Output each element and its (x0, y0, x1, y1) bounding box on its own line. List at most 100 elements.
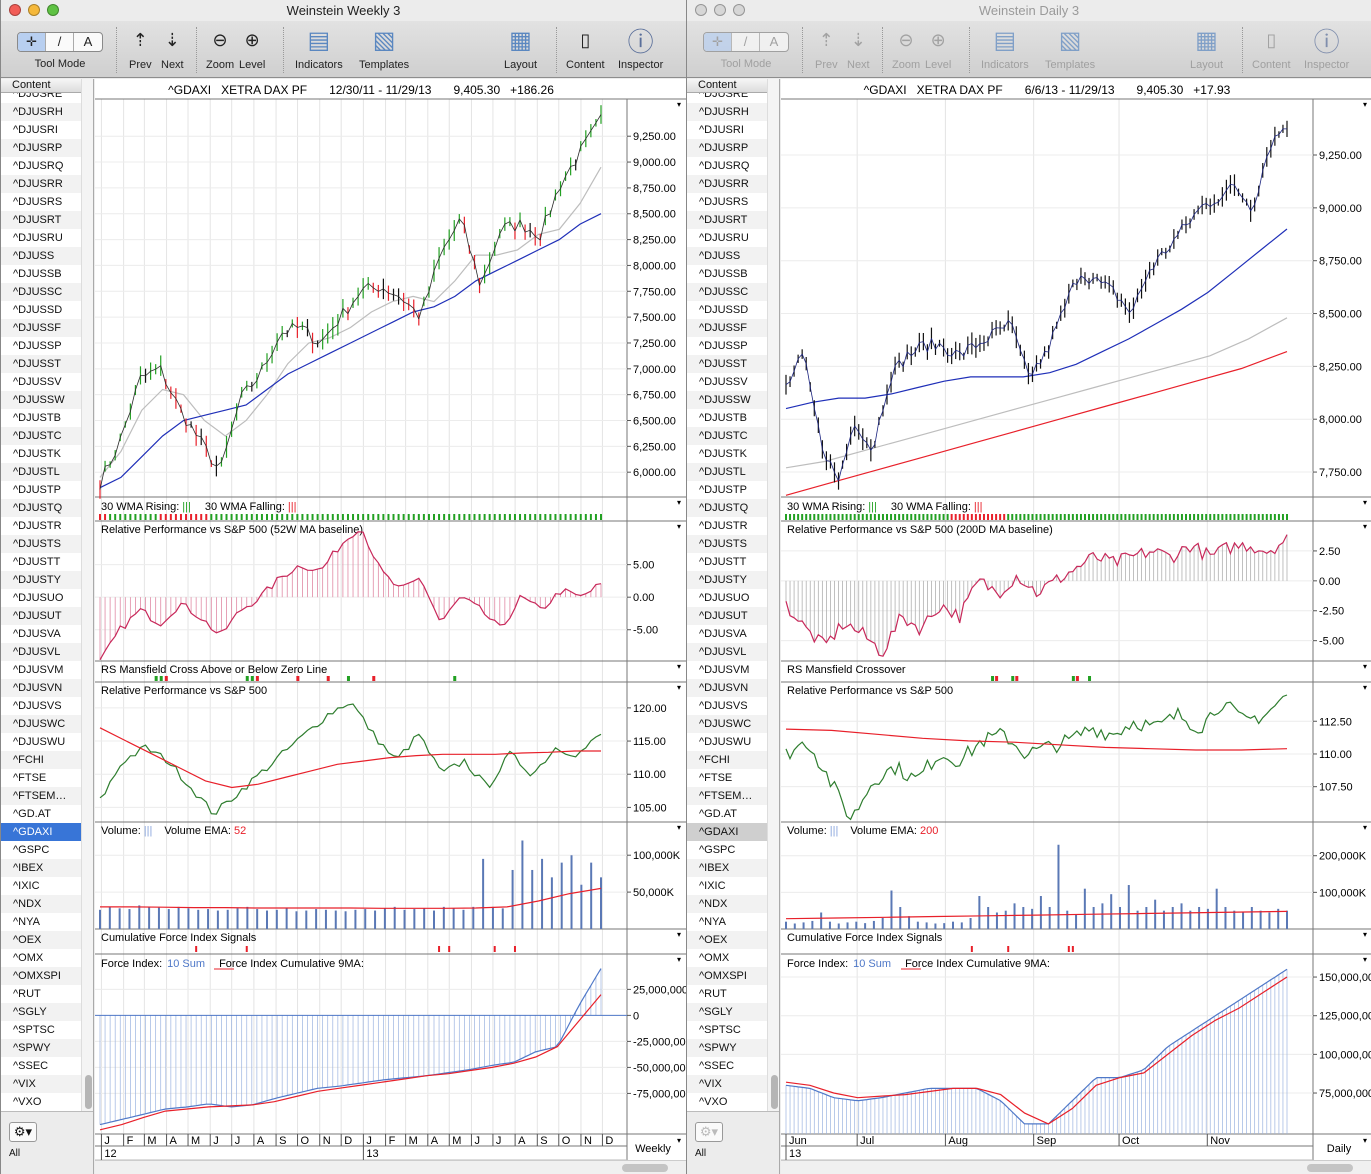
symbol-list-item[interactable]: ^NYA (687, 913, 767, 931)
symbol-list-item[interactable]: ^DJUSRP (1, 139, 81, 157)
indicators-button[interactable]: ▤ Indicators (981, 25, 1029, 72)
panel-menu-icon[interactable]: ▾ (677, 662, 681, 671)
symbol-list-item[interactable]: ^DJUSRR (687, 175, 767, 193)
symbol-list-item[interactable]: ^GD.AT (687, 805, 767, 823)
symbol-list-item[interactable]: ^DJUSTY (687, 571, 767, 589)
gear-menu-button[interactable]: ⚙▾ (9, 1122, 37, 1142)
symbol-list-item[interactable]: ^DJUSSV (687, 373, 767, 391)
symbol-list-item[interactable]: ^DJUSTT (687, 553, 767, 571)
symbol-list-item[interactable]: ^DJUSTP (1, 481, 81, 499)
sidebar-scroll-thumb[interactable] (771, 1075, 778, 1109)
symbol-list-item[interactable]: ^IXIC (1, 877, 81, 895)
symbol-list-item[interactable]: ^FCHI (1, 751, 81, 769)
symbol-list-item[interactable]: ^DJUSUO (1, 589, 81, 607)
symbol-list-item[interactable]: ^DJUSRR (1, 175, 81, 193)
line-tool-button[interactable]: / (46, 33, 74, 51)
symbol-list-item[interactable]: ^DJUSTK (1, 445, 81, 463)
symbol-list-item[interactable]: ^DJUSTP (687, 481, 767, 499)
panel-menu-icon[interactable]: ▾ (1363, 683, 1367, 692)
close-window-button[interactable] (9, 4, 21, 16)
symbol-list-item[interactable]: ^SPWY (687, 1039, 767, 1057)
symbol-list-item[interactable]: ^DJUSWU (687, 733, 767, 751)
symbol-list-item[interactable]: ^GD.AT (1, 805, 81, 823)
symbol-list-item[interactable]: ^DJUSWC (687, 715, 767, 733)
symbol-list-item[interactable]: ^DJUSSW (1, 391, 81, 409)
symbol-list-item[interactable]: ^DJUSRU (687, 229, 767, 247)
zoom-button[interactable]: ⊖ Zoom (206, 25, 234, 72)
symbol-list-item[interactable]: ^DJUSSF (1, 319, 81, 337)
symbol-list-item[interactable]: ^DJUSTR (687, 517, 767, 535)
symbol-list-item[interactable]: ^IXIC (687, 877, 767, 895)
panel-menu-icon[interactable]: ▾ (1363, 498, 1367, 507)
symbol-list-item[interactable]: ^DJUSRS (1, 193, 81, 211)
symbol-list-item[interactable]: ^DJUSSP (687, 337, 767, 355)
prev-button[interactable]: ⇡ Prev (129, 25, 152, 72)
symbol-list-item[interactable]: ^FTSE (687, 769, 767, 787)
symbol-list-item[interactable]: ^OMXSPI (687, 967, 767, 985)
horizontal-scrollbar[interactable] (781, 1160, 1371, 1174)
zoom-window-button[interactable] (47, 4, 59, 16)
zoom-button[interactable]: ⊖ Zoom (892, 25, 920, 72)
panel-menu-icon[interactable]: ▾ (1363, 955, 1367, 964)
horizontal-scrollbar[interactable] (95, 1160, 686, 1174)
symbol-list-item[interactable]: ^SPTSC (687, 1021, 767, 1039)
symbol-list-item[interactable]: ^DJUSRT (687, 211, 767, 229)
panel-menu-icon[interactable]: ▾ (677, 683, 681, 692)
symbol-list-item[interactable]: ^DJUSSC (687, 283, 767, 301)
panel-menu-icon[interactable]: ▾ (677, 522, 681, 531)
close-window-button[interactable] (695, 4, 707, 16)
symbol-list-item[interactable]: ^DJUSSC (1, 283, 81, 301)
panel-menu-icon[interactable]: ▾ (1363, 100, 1367, 109)
symbol-list-item[interactable]: ^DJUSUO (687, 589, 767, 607)
symbol-list-item[interactable]: ^SGLY (1, 1003, 81, 1021)
symbol-list-item[interactable]: ^RUT (687, 985, 767, 1003)
symbol-list-item[interactable]: ^VXO (687, 1093, 767, 1111)
period-selector[interactable]: Weekly (635, 1143, 671, 1155)
panel-menu-icon[interactable]: ▾ (677, 930, 681, 939)
symbol-list-item[interactable]: ^DJUSTT (1, 553, 81, 571)
symbol-list-item[interactable]: ^DJUSRP (687, 139, 767, 157)
crosshair-tool-button[interactable]: ✛ (18, 33, 46, 51)
next-button[interactable]: ⇣ Next (847, 25, 870, 72)
symbol-list-item[interactable]: ^DJUSS (687, 247, 767, 265)
symbol-list-item[interactable]: ^SGLY (687, 1003, 767, 1021)
panel-menu-icon[interactable]: ▾ (1363, 823, 1367, 832)
symbol-list-item[interactable]: ^DJUSRI (1, 121, 81, 139)
symbol-list-item[interactable]: ^DJUSSB (687, 265, 767, 283)
symbol-list-item[interactable]: ^DJUSVA (1, 625, 81, 643)
panel-menu-icon[interactable]: ▾ (677, 100, 681, 109)
level-button[interactable]: ⊕ Level (239, 25, 265, 72)
symbol-list-item[interactable]: ^DJUSWC (1, 715, 81, 733)
symbol-list-item[interactable]: ^DJUSRS (687, 193, 767, 211)
zoom-window-button[interactable] (733, 4, 745, 16)
sidebar-scrollbar[interactable] (81, 79, 93, 1119)
symbol-list-item[interactable]: ^DJUSUT (687, 607, 767, 625)
symbol-list-item[interactable]: ^DJUSTL (1, 463, 81, 481)
symbol-list-item[interactable]: ^DJUSRU (1, 229, 81, 247)
templates-button[interactable]: ▧ Templates (359, 25, 409, 72)
sidebar-scroll-thumb[interactable] (85, 1075, 92, 1109)
symbol-list-item[interactable]: ^DJUSTC (687, 427, 767, 445)
symbol-list-item[interactable]: ^DJUSVS (687, 697, 767, 715)
prev-button[interactable]: ⇡ Prev (815, 25, 838, 72)
next-button[interactable]: ⇣ Next (161, 25, 184, 72)
symbol-list-item[interactable]: ^DJUSSW (687, 391, 767, 409)
symbol-list-item[interactable]: ^GSPC (1, 841, 81, 859)
symbol-list-item[interactable]: ^DJUSVA (687, 625, 767, 643)
symbol-list-item[interactable]: ^DJUSSB (1, 265, 81, 283)
symbol-list-item[interactable]: ^DJUSTB (1, 409, 81, 427)
period-selector[interactable]: Daily (1327, 1143, 1352, 1155)
symbol-list-item[interactable]: ^DJUSRQ (1, 157, 81, 175)
content-button[interactable]: ▯ Content (1252, 25, 1291, 72)
text-tool-button[interactable]: A (74, 33, 102, 51)
panel-menu-icon[interactable]: ▾ (1363, 662, 1367, 671)
symbol-list-item[interactable]: ^DJUSVM (687, 661, 767, 679)
symbol-list-item[interactable]: ^DJUSTS (687, 535, 767, 553)
line-tool-button[interactable]: / (732, 33, 760, 51)
symbol-list-item[interactable]: ^OEX (1, 931, 81, 949)
indicators-button[interactable]: ▤ Indicators (295, 25, 343, 72)
symbol-list-item[interactable]: ^DJUSTQ (687, 499, 767, 517)
chart-area[interactable]: ^GDAXI XETRA DAX PF 6/6/13 - 11/29/13 9,405… (781, 79, 1371, 1160)
symbol-list-item[interactable]: ^OMX (687, 949, 767, 967)
symbol-list-item[interactable]: ^DJUSVL (1, 643, 81, 661)
